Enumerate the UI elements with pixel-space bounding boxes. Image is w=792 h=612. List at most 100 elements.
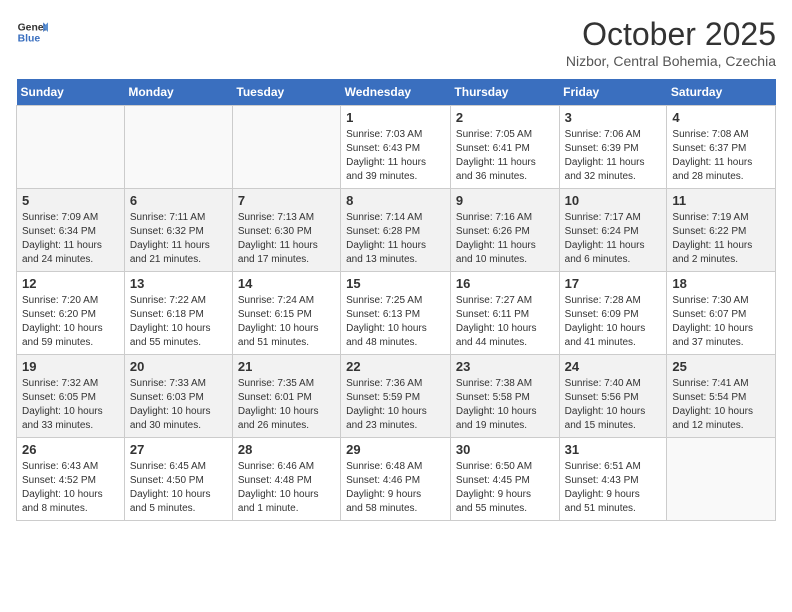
day-info: Sunrise: 7:33 AM Sunset: 6:03 PM Dayligh… xyxy=(130,377,227,433)
day-info: Sunrise: 7:06 AM Sunset: 6:39 PM Dayligh… xyxy=(565,128,662,184)
day-number: 8 xyxy=(346,193,445,208)
day-info: Sunrise: 7:20 AM Sunset: 6:20 PM Dayligh… xyxy=(22,294,119,350)
day-info: Sunrise: 7:30 AM Sunset: 6:07 PM Dayligh… xyxy=(672,294,770,350)
calendar-cell: 3 Sunrise: 7:06 AM Sunset: 6:39 PM Daylig… xyxy=(559,106,667,189)
weekday-header-friday: Friday xyxy=(559,79,667,106)
day-info: Sunrise: 6:51 AM Sunset: 4:43 PM Dayligh… xyxy=(565,460,662,516)
day-number: 23 xyxy=(456,359,554,374)
day-info: Sunrise: 7:14 AM Sunset: 6:28 PM Dayligh… xyxy=(346,211,445,267)
calendar-cell: 15 Sunrise: 7:25 AM Sunset: 6:13 PM Dayli… xyxy=(341,272,451,355)
calendar-week-row: 12 Sunrise: 7:20 AM Sunset: 6:20 PM Dayli… xyxy=(17,272,776,355)
page-header: General Blue October 2025 Nizbor, Centra… xyxy=(16,16,776,69)
day-number: 19 xyxy=(22,359,119,374)
calendar-cell: 26 Sunrise: 6:43 AM Sunset: 4:52 PM Dayli… xyxy=(17,438,125,521)
day-info: Sunrise: 6:43 AM Sunset: 4:52 PM Dayligh… xyxy=(22,460,119,516)
day-number: 29 xyxy=(346,442,445,457)
day-info: Sunrise: 7:13 AM Sunset: 6:30 PM Dayligh… xyxy=(238,211,335,267)
weekday-header-monday: Monday xyxy=(124,79,232,106)
day-number: 11 xyxy=(672,193,770,208)
day-info: Sunrise: 7:25 AM Sunset: 6:13 PM Dayligh… xyxy=(346,294,445,350)
day-number: 6 xyxy=(130,193,227,208)
day-number: 20 xyxy=(130,359,227,374)
day-number: 24 xyxy=(565,359,662,374)
day-info: Sunrise: 7:16 AM Sunset: 6:26 PM Dayligh… xyxy=(456,211,554,267)
day-info: Sunrise: 7:36 AM Sunset: 5:59 PM Dayligh… xyxy=(346,377,445,433)
day-number: 21 xyxy=(238,359,335,374)
weekday-header-tuesday: Tuesday xyxy=(232,79,340,106)
day-number: 3 xyxy=(565,110,662,125)
calendar-cell: 28 Sunrise: 6:46 AM Sunset: 4:48 PM Dayli… xyxy=(232,438,340,521)
calendar-cell: 7 Sunrise: 7:13 AM Sunset: 6:30 PM Daylig… xyxy=(232,189,340,272)
calendar-cell: 30Sunrise: 6:50 AM Sunset: 4:45 PM Dayli… xyxy=(450,438,559,521)
calendar-cell: 21 Sunrise: 7:35 AM Sunset: 6:01 PM Dayli… xyxy=(232,355,340,438)
day-number: 5 xyxy=(22,193,119,208)
weekday-header-row: SundayMondayTuesdayWednesdayThursdayFrid… xyxy=(17,79,776,106)
calendar-cell: 5 Sunrise: 7:09 AM Sunset: 6:34 PM Daylig… xyxy=(17,189,125,272)
calendar-cell: 18 Sunrise: 7:30 AM Sunset: 6:07 PM Dayli… xyxy=(667,272,776,355)
calendar-cell: 10 Sunrise: 7:17 AM Sunset: 6:24 PM Dayli… xyxy=(559,189,667,272)
calendar-cell: 14 Sunrise: 7:24 AM Sunset: 6:15 PM Dayli… xyxy=(232,272,340,355)
day-info: Sunrise: 7:35 AM Sunset: 6:01 PM Dayligh… xyxy=(238,377,335,433)
calendar-cell: 4 Sunrise: 7:08 AM Sunset: 6:37 PM Daylig… xyxy=(667,106,776,189)
day-info: Sunrise: 7:17 AM Sunset: 6:24 PM Dayligh… xyxy=(565,211,662,267)
weekday-header-thursday: Thursday xyxy=(450,79,559,106)
day-number: 10 xyxy=(565,193,662,208)
day-info: Sunrise: 7:40 AM Sunset: 5:56 PM Dayligh… xyxy=(565,377,662,433)
day-number: 27 xyxy=(130,442,227,457)
calendar-week-row: 5 Sunrise: 7:09 AM Sunset: 6:34 PM Daylig… xyxy=(17,189,776,272)
day-info: Sunrise: 7:27 AM Sunset: 6:11 PM Dayligh… xyxy=(456,294,554,350)
day-info: Sunrise: 7:09 AM Sunset: 6:34 PM Dayligh… xyxy=(22,211,119,267)
logo: General Blue xyxy=(16,16,48,48)
day-info: Sunrise: 6:48 AM Sunset: 4:46 PM Dayligh… xyxy=(346,460,445,516)
title-block: October 2025 Nizbor, Central Bohemia, Cz… xyxy=(566,16,776,69)
logo-icon: General Blue xyxy=(16,16,48,48)
day-info: Sunrise: 7:11 AM Sunset: 6:32 PM Dayligh… xyxy=(130,211,227,267)
calendar-cell: 12 Sunrise: 7:20 AM Sunset: 6:20 PM Dayli… xyxy=(17,272,125,355)
calendar-cell: 16 Sunrise: 7:27 AM Sunset: 6:11 PM Dayli… xyxy=(450,272,559,355)
calendar-cell: 20 Sunrise: 7:33 AM Sunset: 6:03 PM Dayli… xyxy=(124,355,232,438)
calendar-cell: 29 Sunrise: 6:48 AM Sunset: 4:46 PM Dayli… xyxy=(341,438,451,521)
calendar-week-row: 19 Sunrise: 7:32 AM Sunset: 6:05 PM Dayli… xyxy=(17,355,776,438)
day-info: Sunrise: 6:45 AM Sunset: 4:50 PM Dayligh… xyxy=(130,460,227,516)
day-number: 28 xyxy=(238,442,335,457)
day-number: 2 xyxy=(456,110,554,125)
day-info: Sunrise: 7:24 AM Sunset: 6:15 PM Dayligh… xyxy=(238,294,335,350)
day-number: 12 xyxy=(22,276,119,291)
month-title: October 2025 xyxy=(566,16,776,53)
day-number: 9 xyxy=(456,193,554,208)
day-info: Sunrise: 7:28 AM Sunset: 6:09 PM Dayligh… xyxy=(565,294,662,350)
day-number: 16 xyxy=(456,276,554,291)
day-number: 7 xyxy=(238,193,335,208)
calendar-cell: 25Sunrise: 7:41 AM Sunset: 5:54 PM Dayli… xyxy=(667,355,776,438)
calendar-cell: 24 Sunrise: 7:40 AM Sunset: 5:56 PM Dayli… xyxy=(559,355,667,438)
day-info: Sunrise: 6:46 AM Sunset: 4:48 PM Dayligh… xyxy=(238,460,335,516)
calendar-cell xyxy=(17,106,125,189)
day-number: 22 xyxy=(346,359,445,374)
calendar-cell: 19 Sunrise: 7:32 AM Sunset: 6:05 PM Dayli… xyxy=(17,355,125,438)
calendar-cell: 9 Sunrise: 7:16 AM Sunset: 6:26 PM Daylig… xyxy=(450,189,559,272)
day-info: Sunrise: 6:50 AM Sunset: 4:45 PM Dayligh… xyxy=(456,460,554,516)
calendar-cell: 22 Sunrise: 7:36 AM Sunset: 5:59 PM Dayli… xyxy=(341,355,451,438)
calendar-cell: 17Sunrise: 7:28 AM Sunset: 6:09 PM Dayli… xyxy=(559,272,667,355)
day-number: 15 xyxy=(346,276,445,291)
day-number: 14 xyxy=(238,276,335,291)
calendar-cell: 1Sunrise: 7:03 AM Sunset: 6:43 PM Daylig… xyxy=(341,106,451,189)
day-number: 4 xyxy=(672,110,770,125)
day-info: Sunrise: 7:22 AM Sunset: 6:18 PM Dayligh… xyxy=(130,294,227,350)
day-number: 18 xyxy=(672,276,770,291)
location-subtitle: Nizbor, Central Bohemia, Czechia xyxy=(566,53,776,69)
calendar-cell: 8 Sunrise: 7:14 AM Sunset: 6:28 PM Daylig… xyxy=(341,189,451,272)
svg-text:Blue: Blue xyxy=(18,34,41,45)
day-info: Sunrise: 7:32 AM Sunset: 6:05 PM Dayligh… xyxy=(22,377,119,433)
calendar-cell: 31Sunrise: 6:51 AM Sunset: 4:43 PM Dayli… xyxy=(559,438,667,521)
calendar-cell: 13Sunrise: 7:22 AM Sunset: 6:18 PM Dayli… xyxy=(124,272,232,355)
calendar-week-row: 26 Sunrise: 6:43 AM Sunset: 4:52 PM Dayli… xyxy=(17,438,776,521)
day-info: Sunrise: 7:03 AM Sunset: 6:43 PM Dayligh… xyxy=(346,128,445,184)
calendar-week-row: 1Sunrise: 7:03 AM Sunset: 6:43 PM Daylig… xyxy=(17,106,776,189)
weekday-header-saturday: Saturday xyxy=(667,79,776,106)
day-number: 26 xyxy=(22,442,119,457)
calendar-cell xyxy=(124,106,232,189)
calendar-cell xyxy=(232,106,340,189)
calendar-cell: 27 Sunrise: 6:45 AM Sunset: 4:50 PM Dayli… xyxy=(124,438,232,521)
day-info: Sunrise: 7:08 AM Sunset: 6:37 PM Dayligh… xyxy=(672,128,770,184)
